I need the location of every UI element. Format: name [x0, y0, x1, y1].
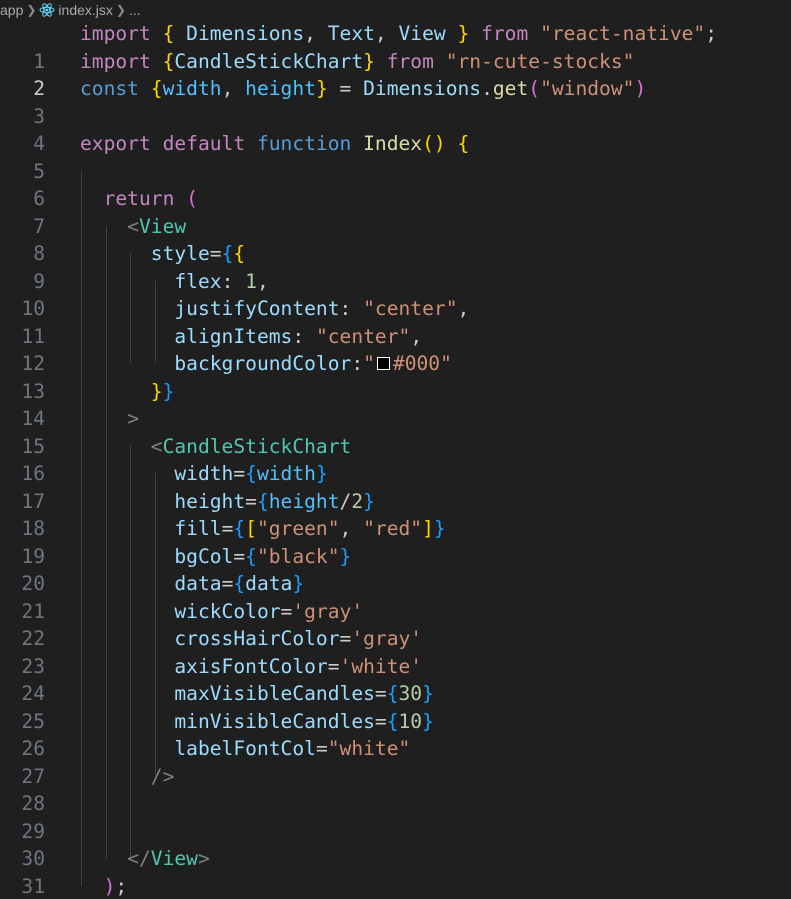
code-line[interactable]: 22 wickColor='gray'	[0, 598, 791, 651]
chevron-right-icon: ❯	[115, 3, 126, 17]
code-line[interactable]: 20 bgCol={"black"}	[0, 543, 791, 596]
code-line[interactable]: 32 );	[0, 873, 791, 899]
code-line[interactable]: 26 minVisibleCandles={10}	[0, 708, 791, 761]
code-line[interactable]: 12 alignItems: "center",	[0, 323, 791, 376]
code-line[interactable]: 11 justifyContent: "center",	[0, 295, 791, 348]
code-line[interactable]: 3 const {width, height} = Dimensions.get…	[0, 75, 791, 128]
code-line[interactable]: 10 flex: 1,	[0, 268, 791, 321]
code-line[interactable]: 18 height={height/2}	[0, 488, 791, 541]
chevron-right-icon: ❯	[26, 3, 37, 17]
breadcrumb-file[interactable]: index.jsx	[58, 2, 112, 18]
code-line[interactable]: 1 import { Dimensions, Text, View } from…	[0, 20, 791, 73]
code-line[interactable]: 6	[0, 158, 791, 210]
code-line[interactable]: 5 export default function Index() {	[0, 130, 791, 183]
code-line[interactable]: 16 <CandleStickChart	[0, 433, 791, 486]
code-line[interactable]: 13 backgroundColor:" #000"	[0, 350, 791, 403]
code-line[interactable]: 2 import {CandleStickChart} from "rn-cut…	[0, 48, 791, 101]
code-line[interactable]: 21 data={data}	[0, 570, 791, 623]
code-line[interactable]: 8 <View	[0, 213, 791, 266]
color-swatch[interactable]	[376, 356, 390, 370]
code-line[interactable]: 27 labelFontCol="white"	[0, 735, 791, 788]
code-editor[interactable]: 1 import { Dimensions, Text, View } from…	[0, 20, 791, 899]
code-line[interactable]: 17 width={width}	[0, 460, 791, 513]
breadcrumb-folder[interactable]: app	[0, 2, 23, 18]
code-line[interactable]: 23 crossHairColor='gray'	[0, 625, 791, 678]
code-line[interactable]: 28 />	[0, 763, 791, 816]
code-line[interactable]: 4	[0, 103, 791, 155]
react-icon	[39, 2, 55, 18]
breadcrumb-more[interactable]: ...	[129, 2, 141, 18]
code-line[interactable]: 15 >	[0, 405, 791, 458]
code-line[interactable]: 29	[0, 790, 791, 843]
code-line[interactable]: 24 axisFontColor='white'	[0, 653, 791, 706]
code-line[interactable]: 7 return (	[0, 185, 791, 238]
breadcrumb: app ❯ index.jsx ❯ ...	[0, 0, 791, 20]
code-line[interactable]: 31 </View>	[0, 845, 791, 898]
code-line[interactable]: 19 fill={["green", "red"]}	[0, 515, 791, 568]
code-line[interactable]: 14 }}	[0, 378, 791, 431]
code-line[interactable]: 9 style={{	[0, 240, 791, 293]
code-line[interactable]: 30	[0, 818, 791, 870]
code-line[interactable]: 25 maxVisibleCandles={30}	[0, 680, 791, 733]
